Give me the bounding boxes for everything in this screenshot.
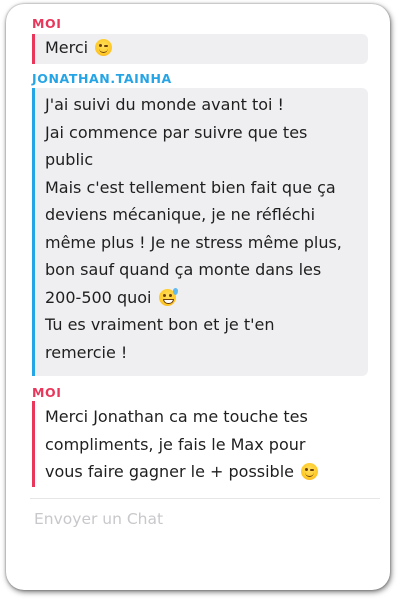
message-line: Tu es vraiment bon et je t'en <box>45 315 275 334</box>
message-line: Merci <box>45 34 368 62</box>
message-line: Merci Jonathan ca me touche tes <box>45 407 308 426</box>
message-line: vous faire gagner le + possible <box>45 458 368 486</box>
divider <box>30 498 380 499</box>
sender-name-me: MOI <box>32 385 62 400</box>
sender-name-contact: JONATHAN.TAINHA <box>32 71 172 86</box>
message-bubble[interactable]: J'ai suivi du monde avant toi ! Jai comm… <box>32 88 368 376</box>
message-line: compliments, je fais le Max pour <box>45 434 306 454</box>
sender-name-me: MOI <box>32 16 62 31</box>
wink-face-icon <box>95 39 113 56</box>
message-line: même plus ! Je ne stress même plus, <box>45 232 342 252</box>
message-line: deviens mécanique, je ne réfléchi <box>45 205 316 224</box>
message-line: bon sauf quand ça monte dans les <box>45 260 322 279</box>
wink-face-icon <box>301 463 319 480</box>
message-bubble[interactable]: Merci <box>32 34 368 64</box>
chat-window: MOI Merci JONATHAN.TAINHA J'ai suivi du … <box>6 4 390 590</box>
message-line: remercie ! <box>45 342 128 362</box>
message-line: 200-500 quoi <box>45 284 368 312</box>
message-line: Mais c'est tellement bien fait que ça <box>45 177 336 197</box>
grinning-sweat-face-icon <box>158 287 178 306</box>
message-bubble[interactable]: Merci Jonathan ca me touche tes complime… <box>32 401 368 487</box>
message-line: J'ai suivi du monde avant toi ! <box>45 95 284 114</box>
message-line: public <box>45 150 94 169</box>
chat-input[interactable]: Envoyer un Chat <box>34 509 163 529</box>
message-line: Jai commence par suivre que tes <box>45 122 308 142</box>
